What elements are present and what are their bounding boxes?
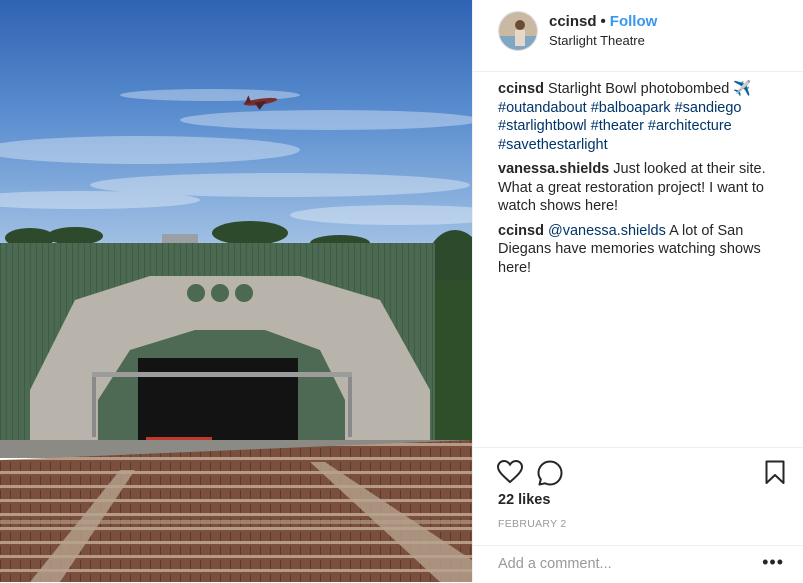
comment-icon[interactable] (537, 460, 563, 491)
author-username[interactable]: ccinsd (549, 13, 597, 30)
comment-username[interactable]: vanessa.shields (498, 161, 609, 177)
comment-username[interactable]: ccinsd (498, 223, 544, 239)
comment-username[interactable]: ccinsd (498, 81, 544, 97)
more-options-icon[interactable]: ••• (762, 552, 784, 573)
post-photo[interactable] (0, 0, 472, 582)
post-date: FEBRUARY 2 (498, 518, 567, 530)
post-details-panel: ccinsd • Follow Starlight Theatre ccinsd S… (472, 0, 803, 582)
location-link[interactable]: Starlight Theatre (549, 33, 645, 48)
comment-item: ccinsd @vanessa.shields A lot of San Die… (498, 222, 794, 278)
add-comment-input[interactable] (498, 556, 748, 572)
heart-icon[interactable] (496, 459, 524, 489)
follow-button[interactable]: Follow (610, 13, 658, 30)
hashtag-list[interactable]: #outandabout #balboapark #sandiego #star… (498, 100, 742, 153)
amphitheater-photo (0, 0, 472, 582)
post-actions: 22 likes FEBRUARY 2 ••• (473, 447, 803, 582)
likes-count[interactable]: 22 likes (498, 492, 550, 508)
mention-link[interactable]: @vanessa.shields (548, 223, 666, 239)
comment-text: Starlight Bowl photobombed ✈️ (547, 81, 752, 97)
separator-dot: • (600, 13, 606, 30)
bookmark-icon[interactable] (765, 460, 785, 490)
post-header: ccinsd • Follow Starlight Theatre (473, 0, 803, 72)
avatar[interactable] (498, 11, 538, 51)
author-row: ccinsd • Follow (549, 13, 657, 30)
caption: ccinsd Starlight Bowl photobombed ✈️ #ou… (498, 80, 794, 154)
add-comment-row: ••• (473, 545, 803, 583)
comments-list: ccinsd Starlight Bowl photobombed ✈️ #ou… (498, 80, 794, 283)
comment-item: vanessa.shields Just looked at their sit… (498, 160, 794, 216)
